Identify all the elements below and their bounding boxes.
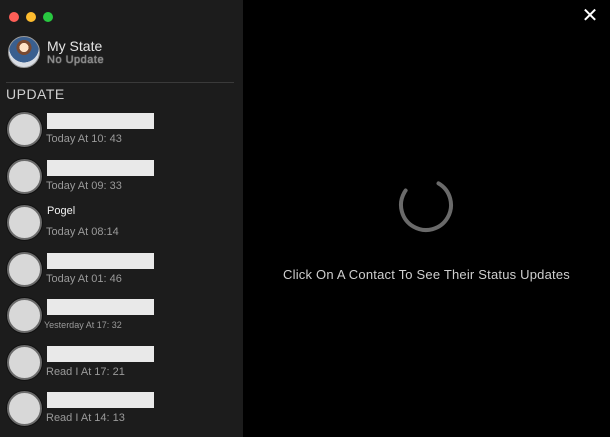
- contact-name: Pogel: [47, 205, 76, 217]
- contact-item[interactable]: Today At 09: 33: [0, 157, 243, 204]
- contact-time: Today At 01: 46: [46, 272, 122, 285]
- contact-avatar: [7, 251, 42, 287]
- contact-name-redacted: [47, 159, 154, 176]
- avatar: [8, 36, 40, 68]
- section-label-update: UPDATE: [6, 86, 65, 102]
- contact-time: Today At 10: 43: [46, 133, 122, 145]
- divider: [6, 82, 234, 83]
- contact-time: Today At 08:14: [46, 226, 119, 238]
- my-state-title: My State: [47, 37, 103, 54]
- contact-avatar: [7, 298, 42, 333]
- contact-name-redacted: [47, 345, 154, 362]
- zoom-window-button[interactable]: [43, 12, 53, 22]
- contact-item[interactable]: Today At 01: 46: [0, 250, 243, 297]
- sidebar: My State No Update UPDATE Today At 10: 4…: [0, 0, 243, 437]
- contact-item[interactable]: Read I At 14: 13: [0, 389, 243, 436]
- contact-avatar: [7, 112, 42, 147]
- close-icon[interactable]: ✕: [580, 6, 600, 26]
- contact-item[interactable]: Today At 10: 43: [0, 110, 243, 157]
- my-state[interactable]: My State No Update: [8, 36, 236, 68]
- contact-list: Today At 10: 43 Today At 09: 33 Pogel To…: [0, 110, 243, 436]
- contact-avatar: [7, 205, 42, 240]
- contact-avatar: [7, 158, 42, 194]
- contact-name-redacted: [47, 113, 154, 129]
- close-window-button[interactable]: [9, 12, 19, 22]
- contact-time: Read I At 17: 21: [46, 365, 125, 378]
- loading-spinner-icon: [399, 178, 453, 232]
- contact-avatar: [7, 344, 42, 380]
- contact-avatar: [7, 391, 42, 426]
- empty-state-message: Click On A Contact To See Their Status U…: [283, 267, 570, 282]
- contact-item[interactable]: Yesterday At 17: 32: [0, 296, 243, 343]
- contact-item[interactable]: Pogel Today At 08:14: [0, 203, 243, 250]
- minimize-window-button[interactable]: [26, 12, 36, 22]
- contact-time: Today At 09: 33: [46, 179, 122, 192]
- status-window: My State No Update UPDATE Today At 10: 4…: [0, 0, 610, 437]
- status-viewer: ✕ Click On A Contact To See Their Status…: [243, 0, 610, 437]
- contact-name-redacted: [47, 299, 154, 315]
- my-state-subtitle: No Update: [47, 53, 105, 66]
- contact-time: Yesterday At 17: 32: [44, 320, 122, 330]
- contact-name-redacted: [47, 252, 154, 269]
- contact-name-redacted: [47, 392, 154, 408]
- contact-item[interactable]: Read I At 17: 21: [0, 343, 243, 390]
- contact-time: Read I At 14: 13: [46, 412, 125, 424]
- window-controls: [9, 12, 53, 22]
